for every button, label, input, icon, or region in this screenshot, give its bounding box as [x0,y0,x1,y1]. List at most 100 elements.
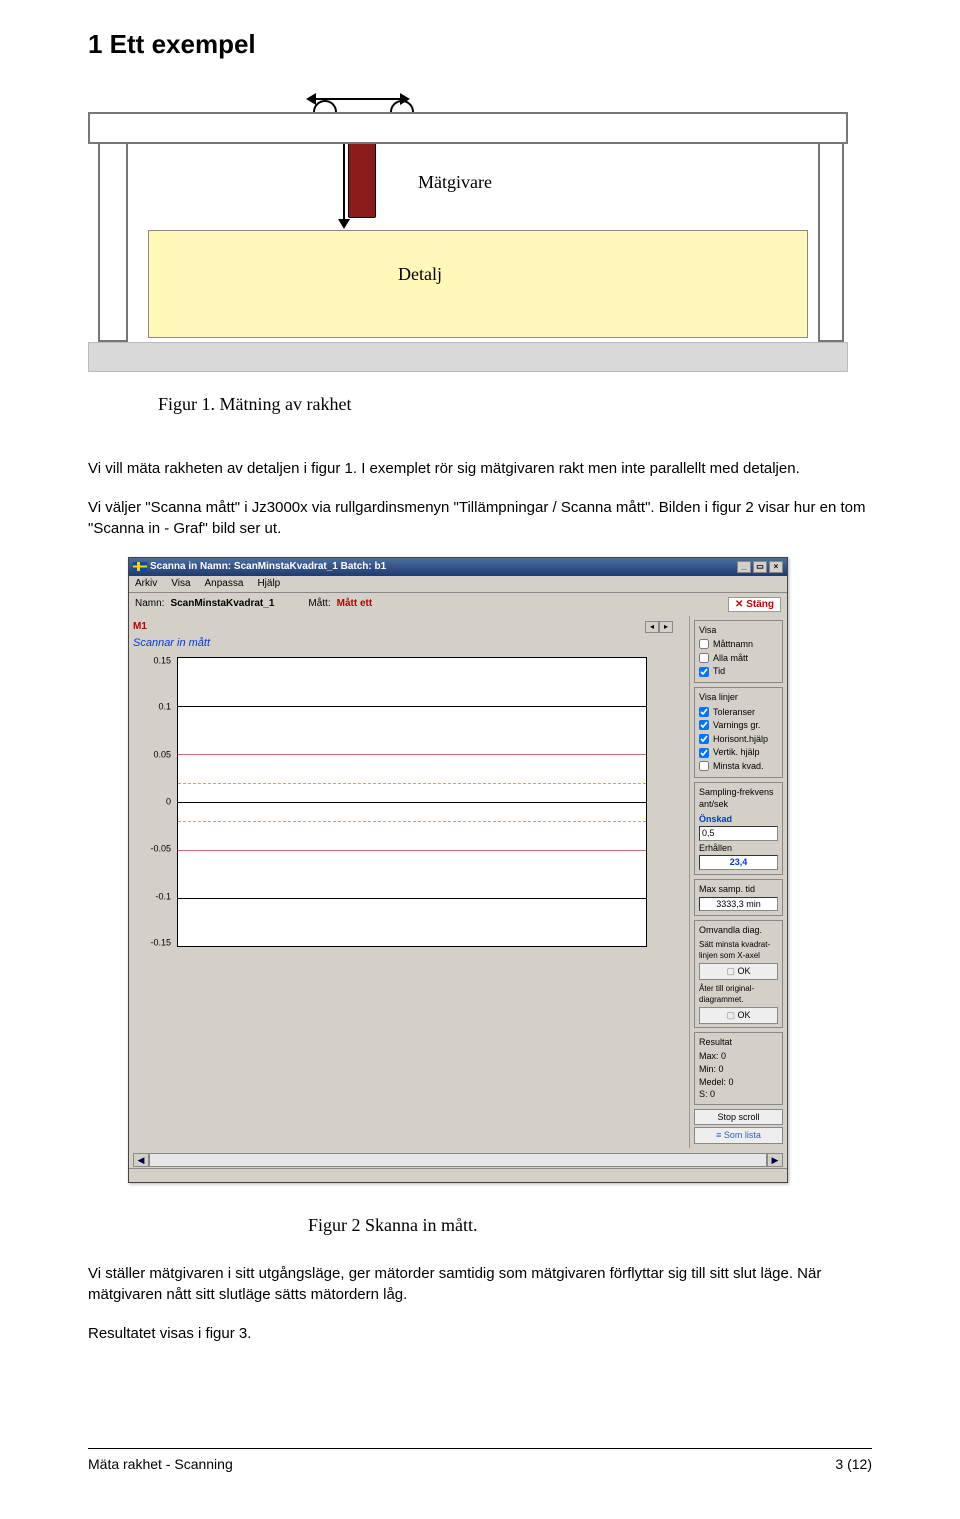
scroll-left-icon[interactable]: ◂ [645,621,659,633]
ytick: -0.1 [133,891,171,904]
maxsamp-value: 3333,3 min [699,897,778,912]
resultat-title: Resultat [699,1036,778,1049]
visa-linjer-group: Visa linjer Toleranser Varnings gr. Hori… [694,687,783,778]
vertical-arrow-icon [343,142,345,227]
scroll-left-icon[interactable]: ◀ [133,1153,149,1167]
scroll-right-icon[interactable]: ▶ [767,1153,783,1167]
flag-icon [133,562,147,571]
scan-chart: 0.15 0.1 0.05 0 -0.05 -0.1 -0.15 [133,653,653,963]
section-heading: 1 Ett exempel [88,26,872,62]
top-beam [88,112,848,144]
omvandla-group: Omvandla diag. Sätt minsta kvadrat-linje… [694,920,783,1028]
omvandla-text: Sätt minsta kvadrat-linjen som X-axel [699,939,778,961]
onskad-value[interactable]: 0,5 [699,826,778,841]
maxsamp-label: Max samp. tid [699,883,778,896]
back-ok-button[interactable]: ▢ OK [699,1007,778,1024]
erhallen-value: 23,4 [699,855,778,870]
measure-value: Mått ett [337,597,373,611]
detail-label: Detalj [398,262,442,287]
name-value: ScanMinstaKvadrat_1 [170,597,274,611]
chk-varning[interactable]: Varnings gr. [699,719,778,732]
visa-title: Visa [699,624,778,637]
ytick: 0.1 [133,701,171,714]
footer-right: 3 (12) [835,1455,872,1475]
close-button[interactable]: ✕ Stäng [728,597,781,612]
scanna-in-window: Scanna in Namn: ScanMinstaKvadrat_1 Batc… [128,557,788,1183]
tolerance-line [178,754,646,755]
horizontal-arrow-icon [308,98,408,100]
maximize-button[interactable]: ▭ [753,561,767,573]
menu-arkiv[interactable]: Arkiv [135,577,157,591]
menu-anpassa[interactable]: Anpassa [205,577,244,591]
paragraph-1: Vi vill mäta rakheten av detaljen i figu… [88,458,872,479]
chk-tid[interactable]: Tid [699,665,778,678]
ytick: 0.15 [133,655,171,668]
chk-toleranser[interactable]: Toleranser [699,706,778,719]
base-plate [88,342,848,372]
som-lista-button[interactable]: ≡ Som lista [694,1127,783,1144]
figure-1-diagram: Mätgivare Detalj [88,112,848,372]
side-panel: Visa Måttnamn Alla mått Tid Visa linjer … [689,616,787,1148]
menu-hjalp[interactable]: Hjälp [257,577,280,591]
visa-group: Visa Måttnamn Alla mått Tid [694,620,783,683]
resultat-min: Min: 0 [699,1063,778,1076]
paragraph-2: Vi väljer "Scanna mått" i Jz3000x via ru… [88,497,872,539]
gridline [178,898,646,899]
right-post [818,142,844,342]
warning-line [178,783,646,784]
ytick: -0.15 [133,937,171,950]
sampling-title: Sampling-frekvens ant/sek [699,786,778,811]
sampling-group: Sampling-frekvens ant/sek Önskad 0,5 Erh… [694,782,783,876]
sensor-gauge [348,142,376,218]
scan-status-label: Scannar in mått [133,636,685,651]
chk-mattnamn[interactable]: Måttnamn [699,638,778,651]
resultat-s: S: 0 [699,1088,778,1101]
chk-vertik[interactable]: Vertik. hjälp [699,746,778,759]
resultat-max: Max: 0 [699,1050,778,1063]
name-label: Namn: [135,597,164,611]
ytick: 0 [133,796,171,809]
gridline [178,706,646,707]
scroll-track[interactable] [149,1153,767,1167]
chk-minsta[interactable]: Minsta kvad. [699,760,778,773]
maxsamp-group: Max samp. tid 3333,3 min [694,879,783,916]
info-bar: Namn: ScanMinstaKvadrat_1 Mått: Mått ett… [129,593,787,616]
ytick: 0.05 [133,749,171,762]
plot-area [177,657,647,947]
menubar: Arkiv Visa Anpassa Hjälp [129,576,787,593]
tolerance-line [178,850,646,851]
statusbar [129,1168,787,1182]
figure-2-caption: Figur 2 Skanna in mått. [308,1213,872,1238]
horizontal-scrollbar[interactable]: ◀ ▶ [133,1152,783,1168]
chk-horisont[interactable]: Horisont.hjälp [699,733,778,746]
resultat-medel: Medel: 0 [699,1076,778,1089]
scroll-right-icon[interactable]: ▸ [659,621,673,633]
window-title: Scanna in Namn: ScanMinstaKvadrat_1 Batc… [150,560,386,574]
minimize-button[interactable]: _ [737,561,751,573]
close-icon: ✕ [735,599,746,610]
workpiece [148,230,808,338]
erhallen-label: Erhållen [699,842,778,855]
menu-visa[interactable]: Visa [171,577,190,591]
footer-left: Mäta rakhet - Scanning [88,1455,233,1475]
window-titlebar[interactable]: Scanna in Namn: ScanMinstaKvadrat_1 Batc… [129,558,787,576]
resultat-group: Resultat Max: 0 Min: 0 Medel: 0 S: 0 [694,1032,783,1105]
measure-label: Mått: [308,597,330,611]
stop-scroll-button[interactable]: Stop scroll [694,1109,783,1126]
ytick: -0.05 [133,843,171,856]
close-window-button[interactable]: × [769,561,783,573]
visa-linjer-title: Visa linjer [699,691,778,704]
omvandla-title: Omvandla diag. [699,924,778,937]
onskad-label: Önskad [699,813,778,826]
zero-line [178,802,646,803]
paragraph-4: Resultatet visas i figur 3. [88,1323,872,1344]
chk-alla-matt[interactable]: Alla mått [699,652,778,665]
list-icon: ≡ [716,1130,724,1140]
left-post [98,142,128,342]
sensor-label: Mätgivare [418,170,492,195]
warning-line [178,821,646,822]
omvandla-ok-button[interactable]: ▢ OK [699,963,778,980]
back-title: Åter till original-diagrammet. [699,983,778,1005]
paragraph-3: Vi ställer mätgivaren i sitt utgångsläge… [88,1263,872,1305]
m1-label: M1 [133,620,147,634]
